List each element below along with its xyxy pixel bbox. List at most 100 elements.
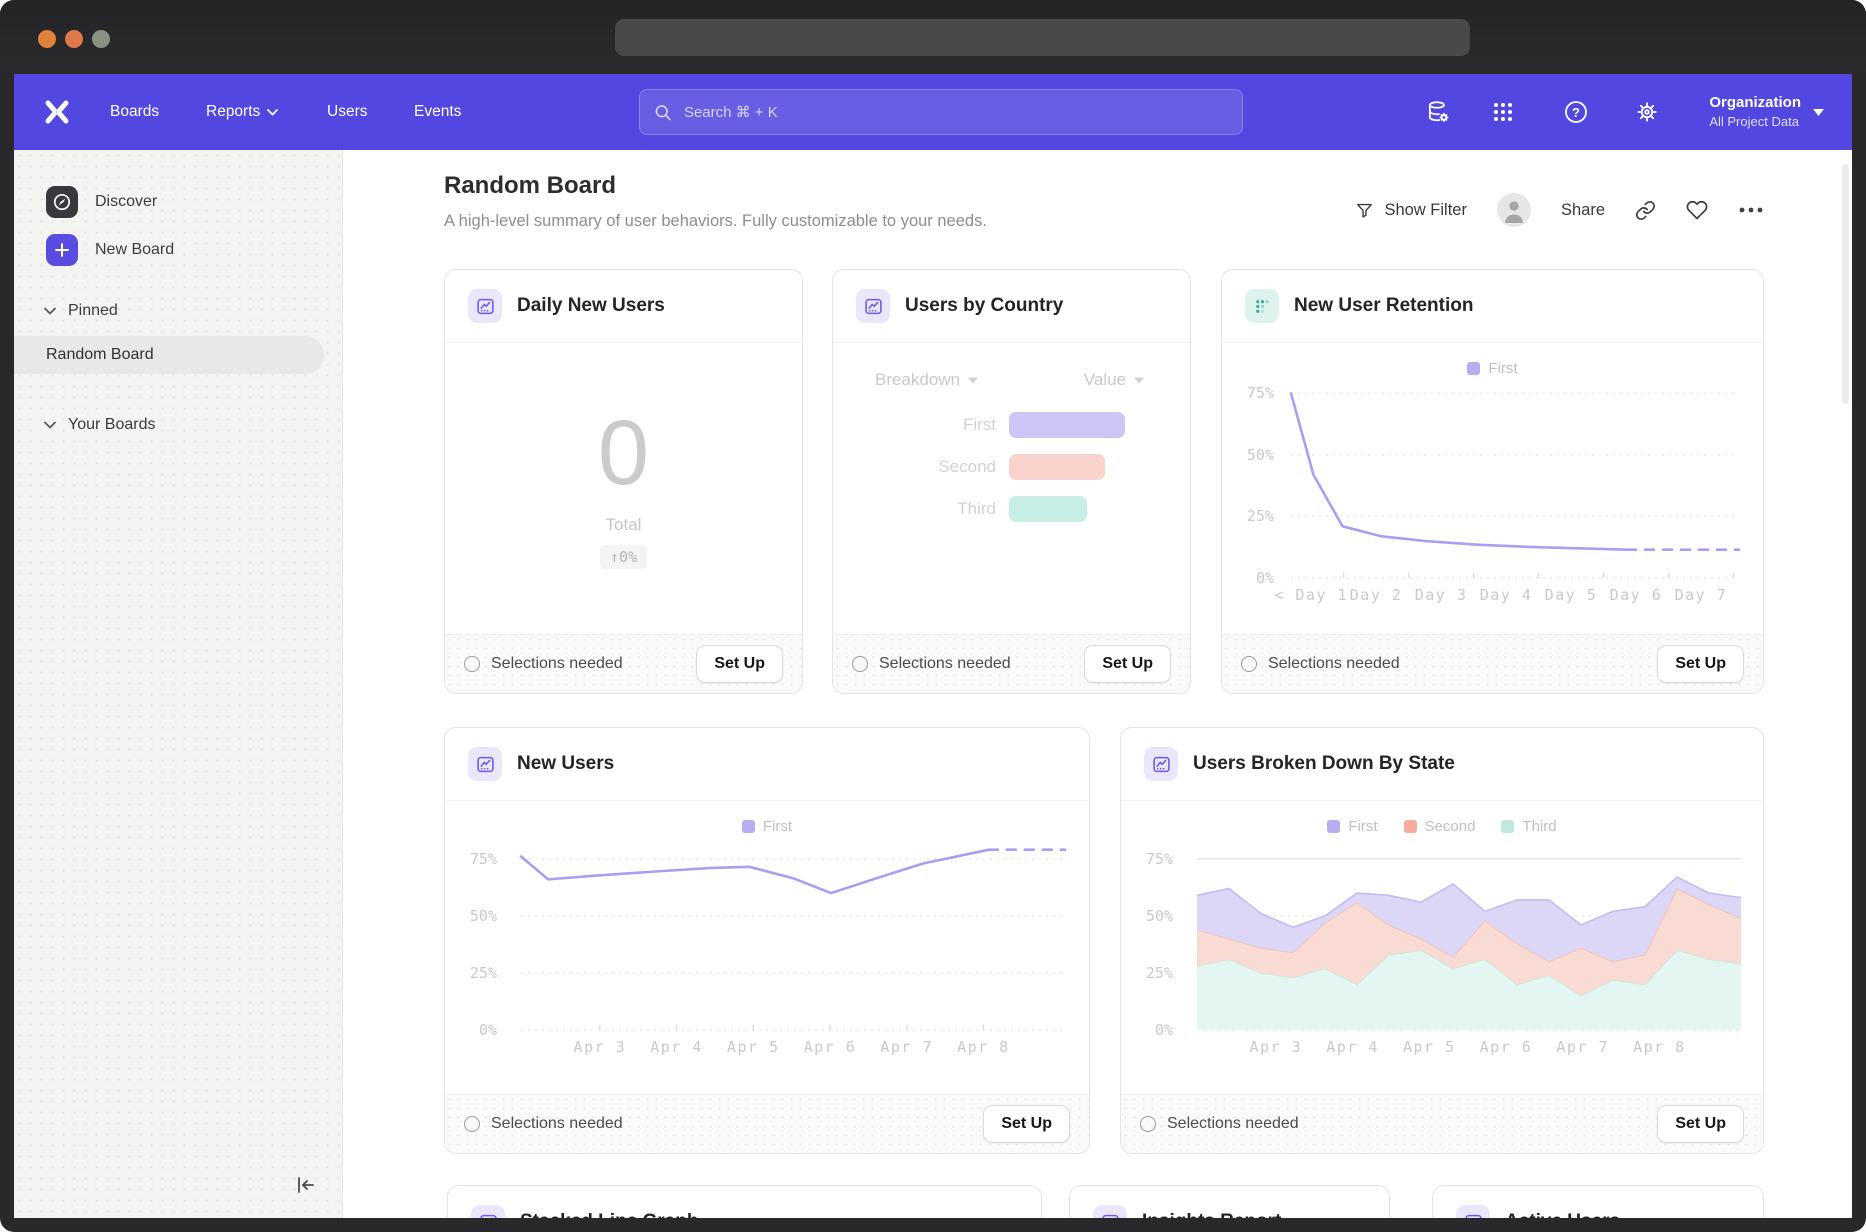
legend-item: First <box>1327 818 1377 835</box>
minimize-button[interactable] <box>65 30 83 48</box>
top-navbar: Boards Reports Users Events <box>14 74 1852 150</box>
x-tick-label: Apr 7 <box>1556 1038 1609 1056</box>
x-axis-labels: < Day 1Day 2Day 3Day 4Day 5Day 6Day 7 <box>1291 586 1739 608</box>
x-tick-label: Apr 3 <box>1250 1038 1303 1056</box>
y-tick-label: 25% <box>1146 964 1173 982</box>
share-button[interactable]: Share <box>1561 201 1605 220</box>
page-subtitle: A high-level summary of user behaviors. … <box>444 212 987 231</box>
close-button[interactable] <box>38 30 56 48</box>
nav-item-events[interactable]: Events <box>414 74 461 150</box>
breakdown-dropdown[interactable]: Breakdown <box>875 370 978 390</box>
x-tick-label: Apr 6 <box>804 1038 857 1056</box>
x-tick-label: Apr 8 <box>957 1038 1010 1056</box>
search-input[interactable] <box>682 103 1228 122</box>
settings-gear-icon[interactable] <box>1632 97 1662 127</box>
status-circle-icon <box>1241 656 1257 672</box>
card-title: New User Retention <box>1294 295 1473 317</box>
status-circle-icon <box>852 656 868 672</box>
chevron-down-icon <box>44 421 56 429</box>
country-rows: FirstSecondThird <box>833 412 1190 522</box>
value-bar <box>1009 454 1105 480</box>
chevron-down-icon <box>267 109 278 116</box>
url-bar[interactable] <box>615 19 1470 56</box>
x-tick-label: Day 2 <box>1350 586 1403 604</box>
scrollbar-thumb[interactable] <box>1842 164 1849 404</box>
set-up-button[interactable]: Set Up <box>1657 645 1744 683</box>
x-tick-label: Apr 4 <box>650 1038 703 1056</box>
y-tick-label: 25% <box>470 964 497 982</box>
data-management-icon[interactable] <box>1423 97 1453 127</box>
mixpanel-logo[interactable] <box>42 98 72 126</box>
person-icon <box>1497 193 1531 227</box>
share-label: Share <box>1561 201 1605 220</box>
help-icon[interactable]: ? <box>1561 97 1591 127</box>
status-circle-icon <box>464 656 480 672</box>
set-up-button[interactable]: Set Up <box>1657 1105 1744 1143</box>
breakdown-label: Breakdown <box>875 370 960 390</box>
card-header: Daily New Users <box>445 270 802 343</box>
sidebar-item-discover[interactable]: Discover <box>14 182 342 222</box>
chart-legend: FirstSecondThird <box>1121 818 1763 835</box>
org-project-selector[interactable]: Organization All Project Data <box>1709 88 1824 136</box>
x-tick-label: < Day 1 <box>1274 586 1348 604</box>
line-chart-icon <box>471 1205 505 1218</box>
card-header: Users Broken Down By State <box>1121 728 1763 801</box>
nav-item-boards[interactable]: Boards <box>110 74 159 150</box>
apps-grid-icon[interactable] <box>1488 97 1518 127</box>
sidebar-item-random-board[interactable]: Random Board <box>14 336 324 374</box>
new-users-chart: First 75%50%25%0% Apr 3Apr 4Apr 5Apr 6Ap… <box>445 800 1089 1094</box>
board-actions: Show Filter Share <box>1355 192 1764 228</box>
section-label: Your Boards <box>68 416 155 434</box>
legend-item: First <box>1467 360 1517 377</box>
nav-item-reports[interactable]: Reports <box>206 74 278 150</box>
value-bar <box>1009 412 1125 438</box>
collapse-sidebar-button[interactable] <box>290 1170 320 1200</box>
more-options-button[interactable] <box>1738 206 1764 214</box>
card-active-users: Active Users <box>1432 1185 1764 1218</box>
fullscreen-button[interactable] <box>92 30 110 48</box>
set-up-button[interactable]: Set Up <box>1084 645 1171 683</box>
legend-item: First <box>742 818 792 835</box>
chart-legend: First <box>1222 360 1763 377</box>
y-tick-label: 0% <box>1155 1021 1173 1039</box>
line-chart-icon <box>1144 747 1178 781</box>
set-up-button[interactable]: Set Up <box>696 645 783 683</box>
show-filter-button[interactable]: Show Filter <box>1355 201 1467 220</box>
card-header: Users by Country <box>833 270 1190 343</box>
window-titlebar <box>0 0 1866 74</box>
y-axis-labels: 75%50%25%0% <box>1222 386 1282 578</box>
copy-link-button[interactable] <box>1635 200 1656 221</box>
y-axis-labels: 75%50%25%0% <box>1121 836 1181 1030</box>
x-tick-label: Day 6 <box>1610 586 1663 604</box>
board-name: Random Board <box>46 346 154 364</box>
legend-swatch-icon <box>1327 820 1340 833</box>
heart-icon <box>1686 199 1708 221</box>
x-axis-labels: Apr 3Apr 4Apr 5Apr 6Apr 7Apr 8 <box>1197 1038 1741 1060</box>
ellipsis-icon <box>1738 206 1764 214</box>
set-up-button[interactable]: Set Up <box>983 1105 1070 1143</box>
plus-icon <box>46 234 78 266</box>
card-footer: Selections needed Set Up <box>445 634 802 693</box>
nav-label: Reports <box>206 103 260 121</box>
chevron-down-icon <box>44 307 56 315</box>
sidebar-item-new-board[interactable]: New Board <box>14 230 342 270</box>
state-area-chart: FirstSecondThird 75%50%25%0% Apr 3Apr 4A… <box>1121 800 1763 1094</box>
nav-item-users[interactable]: Users <box>327 74 367 150</box>
favorite-button[interactable] <box>1686 199 1708 221</box>
project-name: All Project Data <box>1709 113 1801 132</box>
x-tick-label: Day 4 <box>1480 586 1533 604</box>
card-insights-report: Insights Report <box>1069 1185 1390 1218</box>
status-text: Selections needed <box>1241 655 1400 673</box>
sidebar-section-your-boards[interactable]: Your Boards <box>14 410 342 440</box>
legend-swatch-icon <box>1404 820 1417 833</box>
chevron-down-icon <box>968 377 978 384</box>
search-bar[interactable] <box>639 89 1243 135</box>
row-label: First <box>833 415 996 435</box>
value-dropdown[interactable]: Value <box>1084 370 1144 390</box>
legend-item: Third <box>1501 818 1556 835</box>
sidebar-label: Discover <box>95 193 157 211</box>
y-tick-label: 50% <box>470 907 497 925</box>
sidebar-section-pinned[interactable]: Pinned <box>14 296 342 326</box>
nav-label: Boards <box>110 103 159 121</box>
avatar[interactable] <box>1497 193 1531 227</box>
